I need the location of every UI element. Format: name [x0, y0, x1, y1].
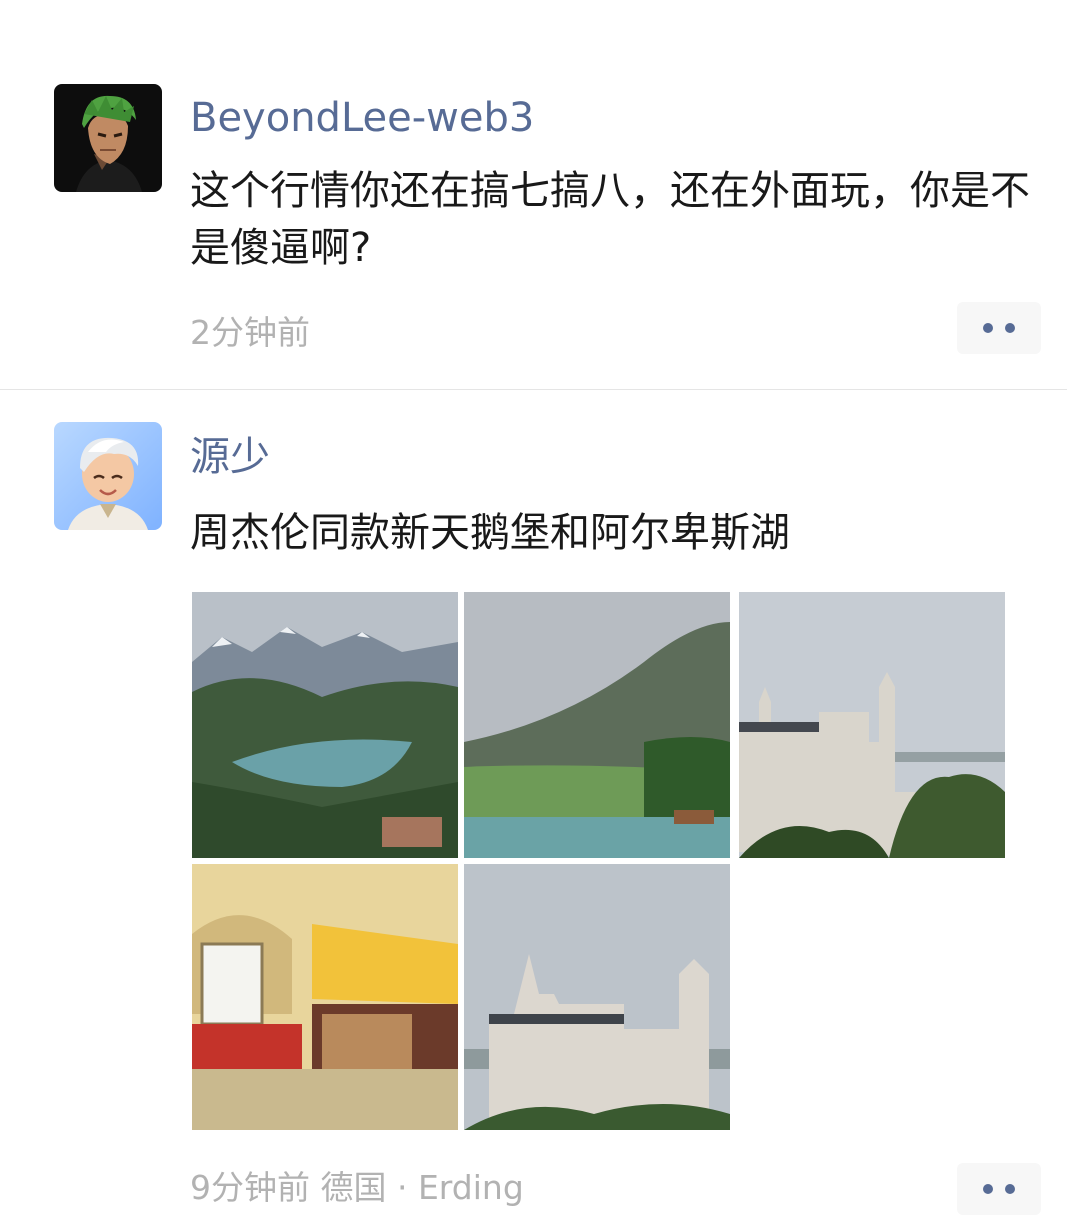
author-name[interactable]: 源少: [190, 432, 270, 482]
moment-post: 源少 周杰伦同款新天鹅堡和阿尔卑斯湖 9分钟前 德国 · Erding: [0, 390, 1067, 1215]
photo-castle[interactable]: [464, 864, 730, 1130]
dot-icon: [1005, 1184, 1015, 1194]
post-text: 周杰伦同款新天鹅堡和阿尔卑斯湖: [190, 510, 790, 556]
photo-mountain-lake[interactable]: [464, 592, 730, 858]
photo-alpine-lake[interactable]: [192, 592, 458, 858]
timestamp: 2分钟前: [190, 313, 310, 352]
photo-storefront[interactable]: [192, 864, 458, 1130]
photo-castle-panorama[interactable]: [739, 592, 1005, 858]
moment-post: BeyondLee-web3 这个行情你还在搞七搞八，还在外面玩，你是不是傻逼啊…: [0, 0, 1067, 389]
dot-icon: [983, 323, 993, 333]
timestamp: 9分钟前 德国 · Erding: [190, 1168, 524, 1207]
more-options-button[interactable]: [957, 302, 1041, 354]
avatar[interactable]: [54, 422, 162, 530]
avatar[interactable]: [54, 84, 162, 192]
more-options-button[interactable]: [957, 1163, 1041, 1215]
dot-icon: [983, 1184, 993, 1194]
dot-icon: [1005, 323, 1015, 333]
author-name[interactable]: BeyondLee-web3: [190, 93, 534, 143]
post-text: 这个行情你还在搞七搞八，还在外面玩，你是不是傻逼啊?: [190, 168, 1030, 271]
